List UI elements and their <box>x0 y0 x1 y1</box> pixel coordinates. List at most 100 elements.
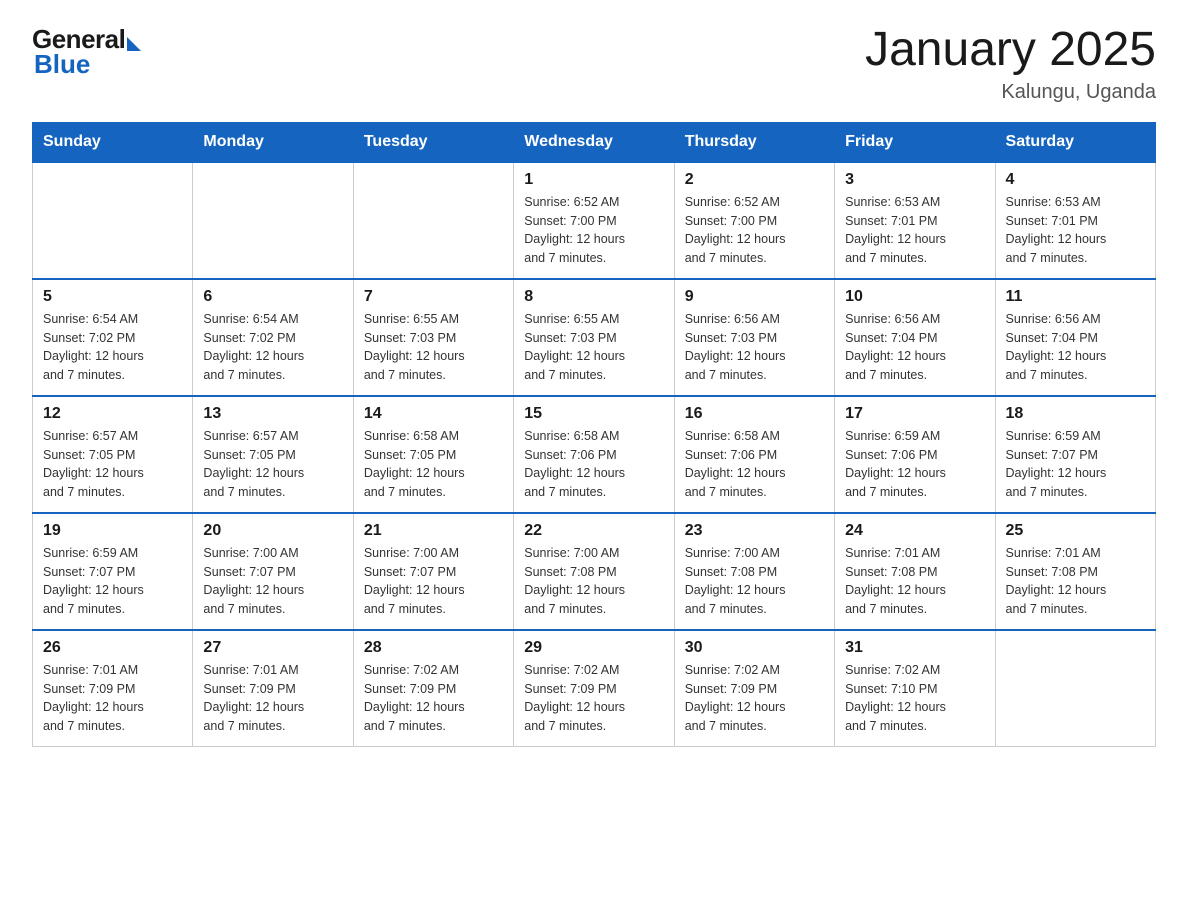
day-number: 5 <box>43 288 182 306</box>
calendar-cell: 12Sunrise: 6:57 AMSunset: 7:05 PMDayligh… <box>33 396 193 513</box>
calendar-cell: 29Sunrise: 7:02 AMSunset: 7:09 PMDayligh… <box>514 630 674 747</box>
calendar-cell: 11 Sunrise: 6:56 AMSunset: 7:04 PMDayligh… <box>995 279 1155 396</box>
day-info: Sunrise: 6:53 AMSunset: 7:01 PMDaylight:… <box>845 193 984 268</box>
calendar-cell: 22 Sunrise: 7:00 AMSunset: 7:08 PMDayligh… <box>514 513 674 630</box>
day-info: Sunrise: 6:57 AMSunset: 7:05 PMDaylight:… <box>203 427 342 502</box>
calendar-cell: 1 Sunrise: 6:52 AMSunset: 7:00 PMDaylight… <box>514 162 674 279</box>
day-number: 24 <box>845 522 984 540</box>
calendar-cell: 15 Sunrise: 6:58 AMSunset: 7:06 PMDayligh… <box>514 396 674 513</box>
calendar-header-row: SundayMondayTuesdayWednesdayThursdayFrid… <box>33 122 1156 162</box>
day-info: Sunrise: 6:59 AMSunset: 7:07 PMDaylight:… <box>1006 427 1145 502</box>
day-info: Sunrise: 6:58 AMSunset: 7:06 PMDaylight:… <box>524 427 663 502</box>
day-number: 2 <box>685 171 824 189</box>
day-info: Sunrise: 7:02 AMSunset: 7:09 PMDaylight:… <box>524 661 663 736</box>
calendar-cell: 21 Sunrise: 7:00 AMSunset: 7:07 PMDayligh… <box>353 513 513 630</box>
day-info: Sunrise: 7:02 AMSunset: 7:09 PMDaylight:… <box>685 661 824 736</box>
calendar-cell <box>193 162 353 279</box>
calendar-week-row: 12Sunrise: 6:57 AMSunset: 7:05 PMDayligh… <box>33 396 1156 513</box>
title-block: January 2025 Kalungu, Uganda <box>865 24 1156 104</box>
calendar-header-saturday: Saturday <box>995 122 1155 162</box>
day-info: Sunrise: 6:52 AMSunset: 7:00 PMDaylight:… <box>524 193 663 268</box>
day-number: 15 <box>524 405 663 423</box>
day-info: Sunrise: 6:53 AMSunset: 7:01 PMDaylight:… <box>1006 193 1145 268</box>
calendar-cell <box>353 162 513 279</box>
calendar-cell: 7 Sunrise: 6:55 AMSunset: 7:03 PMDaylight… <box>353 279 513 396</box>
day-info: Sunrise: 6:54 AMSunset: 7:02 PMDaylight:… <box>43 310 182 385</box>
day-number: 20 <box>203 522 342 540</box>
calendar-cell: 20 Sunrise: 7:00 AMSunset: 7:07 PMDayligh… <box>193 513 353 630</box>
day-number: 7 <box>364 288 503 306</box>
calendar-cell: 14Sunrise: 6:58 AMSunset: 7:05 PMDayligh… <box>353 396 513 513</box>
day-number: 8 <box>524 288 663 306</box>
day-number: 4 <box>1006 171 1145 189</box>
day-number: 22 <box>524 522 663 540</box>
logo-triangle-icon <box>127 37 141 51</box>
day-info: Sunrise: 6:59 AMSunset: 7:07 PMDaylight:… <box>43 544 182 619</box>
day-number: 19 <box>43 522 182 540</box>
calendar-header-sunday: Sunday <box>33 122 193 162</box>
day-info: Sunrise: 7:01 AMSunset: 7:09 PMDaylight:… <box>43 661 182 736</box>
day-number: 31 <box>845 639 984 657</box>
day-info: Sunrise: 6:58 AMSunset: 7:06 PMDaylight:… <box>685 427 824 502</box>
day-number: 3 <box>845 171 984 189</box>
day-number: 11 <box>1006 288 1145 306</box>
calendar-cell: 3 Sunrise: 6:53 AMSunset: 7:01 PMDaylight… <box>835 162 995 279</box>
day-number: 16 <box>685 405 824 423</box>
day-number: 30 <box>685 639 824 657</box>
day-number: 23 <box>685 522 824 540</box>
calendar-cell <box>33 162 193 279</box>
page-title: January 2025 <box>865 24 1156 77</box>
day-info: Sunrise: 7:00 AMSunset: 7:08 PMDaylight:… <box>524 544 663 619</box>
day-info: Sunrise: 6:55 AMSunset: 7:03 PMDaylight:… <box>524 310 663 385</box>
day-info: Sunrise: 6:56 AMSunset: 7:04 PMDaylight:… <box>1006 310 1145 385</box>
day-number: 28 <box>364 639 503 657</box>
calendar-cell: 16 Sunrise: 6:58 AMSunset: 7:06 PMDayligh… <box>674 396 834 513</box>
day-info: Sunrise: 7:01 AMSunset: 7:09 PMDaylight:… <box>203 661 342 736</box>
calendar-cell: 10 Sunrise: 6:56 AMSunset: 7:04 PMDayligh… <box>835 279 995 396</box>
calendar-header-friday: Friday <box>835 122 995 162</box>
day-number: 1 <box>524 171 663 189</box>
calendar-cell: 18 Sunrise: 6:59 AMSunset: 7:07 PMDayligh… <box>995 396 1155 513</box>
page-header: General Blue January 2025 Kalungu, Ugand… <box>32 24 1156 104</box>
day-info: Sunrise: 6:58 AMSunset: 7:05 PMDaylight:… <box>364 427 503 502</box>
calendar-week-row: 26 Sunrise: 7:01 AMSunset: 7:09 PMDayligh… <box>33 630 1156 747</box>
calendar-table: SundayMondayTuesdayWednesdayThursdayFrid… <box>32 122 1156 747</box>
day-info: Sunrise: 7:02 AMSunset: 7:10 PMDaylight:… <box>845 661 984 736</box>
day-info: Sunrise: 6:56 AMSunset: 7:03 PMDaylight:… <box>685 310 824 385</box>
calendar-header-wednesday: Wednesday <box>514 122 674 162</box>
calendar-cell: 5 Sunrise: 6:54 AMSunset: 7:02 PMDaylight… <box>33 279 193 396</box>
calendar-cell: 4 Sunrise: 6:53 AMSunset: 7:01 PMDaylight… <box>995 162 1155 279</box>
logo-blue-text: Blue <box>34 49 90 80</box>
calendar-header-tuesday: Tuesday <box>353 122 513 162</box>
logo: General Blue <box>32 24 141 80</box>
day-number: 27 <box>203 639 342 657</box>
calendar-header-monday: Monday <box>193 122 353 162</box>
day-number: 13 <box>203 405 342 423</box>
day-info: Sunrise: 6:56 AMSunset: 7:04 PMDaylight:… <box>845 310 984 385</box>
day-info: Sunrise: 7:00 AMSunset: 7:07 PMDaylight:… <box>364 544 503 619</box>
day-info: Sunrise: 7:00 AMSunset: 7:08 PMDaylight:… <box>685 544 824 619</box>
day-number: 10 <box>845 288 984 306</box>
calendar-week-row: 1 Sunrise: 6:52 AMSunset: 7:00 PMDaylight… <box>33 162 1156 279</box>
day-info: Sunrise: 6:54 AMSunset: 7:02 PMDaylight:… <box>203 310 342 385</box>
day-number: 18 <box>1006 405 1145 423</box>
day-info: Sunrise: 6:59 AMSunset: 7:06 PMDaylight:… <box>845 427 984 502</box>
calendar-cell: 28 Sunrise: 7:02 AMSunset: 7:09 PMDayligh… <box>353 630 513 747</box>
day-number: 26 <box>43 639 182 657</box>
day-info: Sunrise: 7:02 AMSunset: 7:09 PMDaylight:… <box>364 661 503 736</box>
calendar-cell: 24 Sunrise: 7:01 AMSunset: 7:08 PMDayligh… <box>835 513 995 630</box>
calendar-cell: 19 Sunrise: 6:59 AMSunset: 7:07 PMDayligh… <box>33 513 193 630</box>
calendar-cell: 2Sunrise: 6:52 AMSunset: 7:00 PMDaylight… <box>674 162 834 279</box>
calendar-cell: 8 Sunrise: 6:55 AMSunset: 7:03 PMDaylight… <box>514 279 674 396</box>
day-number: 21 <box>364 522 503 540</box>
calendar-cell: 31 Sunrise: 7:02 AMSunset: 7:10 PMDayligh… <box>835 630 995 747</box>
calendar-cell: 17Sunrise: 6:59 AMSunset: 7:06 PMDayligh… <box>835 396 995 513</box>
day-info: Sunrise: 7:00 AMSunset: 7:07 PMDaylight:… <box>203 544 342 619</box>
calendar-cell: 26 Sunrise: 7:01 AMSunset: 7:09 PMDayligh… <box>33 630 193 747</box>
day-info: Sunrise: 7:01 AMSunset: 7:08 PMDaylight:… <box>845 544 984 619</box>
day-info: Sunrise: 6:55 AMSunset: 7:03 PMDaylight:… <box>364 310 503 385</box>
calendar-cell: 27 Sunrise: 7:01 AMSunset: 7:09 PMDayligh… <box>193 630 353 747</box>
day-number: 25 <box>1006 522 1145 540</box>
calendar-cell: 9Sunrise: 6:56 AMSunset: 7:03 PMDaylight… <box>674 279 834 396</box>
day-info: Sunrise: 7:01 AMSunset: 7:08 PMDaylight:… <box>1006 544 1145 619</box>
